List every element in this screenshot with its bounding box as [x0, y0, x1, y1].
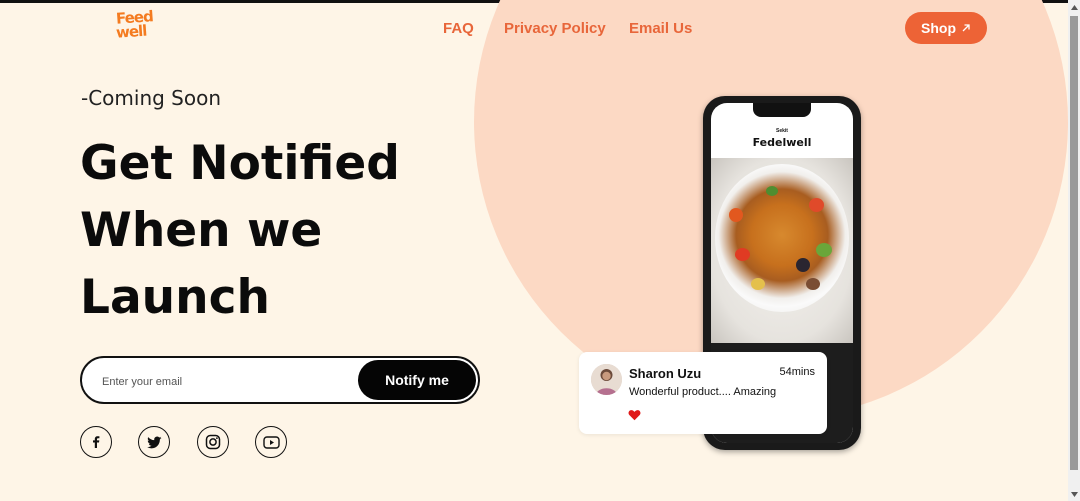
logo-line-2: well	[115, 21, 147, 42]
shop-button-label: Shop	[921, 20, 956, 36]
nav-privacy-link[interactable]: Privacy Policy	[504, 20, 606, 37]
hero-headline: Get Notified When we Launch	[80, 136, 400, 325]
brand-logo[interactable]: Feed well	[115, 7, 166, 44]
scroll-down-arrow-icon[interactable]	[1068, 487, 1080, 501]
food-image	[711, 158, 853, 343]
coming-soon-label: -Coming Soon	[81, 86, 222, 110]
facebook-icon[interactable]	[80, 426, 112, 458]
notify-me-button[interactable]: Notify me	[358, 360, 476, 400]
app-subtitle: Sekit	[776, 128, 788, 134]
scrollbar-thumb[interactable]	[1070, 16, 1078, 470]
email-signup-form: Notify me	[80, 356, 480, 404]
review-card: Sharon Uzu 54mins Wonderful product.... …	[579, 352, 827, 434]
shop-button[interactable]: Shop	[905, 12, 987, 44]
app-title: Fedelwell	[752, 136, 812, 149]
nav-email-link[interactable]: Email Us	[629, 20, 692, 37]
vertical-scrollbar[interactable]	[1068, 0, 1080, 501]
avatar	[591, 364, 622, 395]
review-timestamp: 54mins	[779, 366, 815, 378]
review-message: Wonderful product.... Amazing	[629, 386, 777, 398]
youtube-icon[interactable]	[255, 426, 287, 458]
nav-faq-link[interactable]: FAQ	[443, 20, 474, 37]
twitter-icon[interactable]	[138, 426, 170, 458]
scroll-up-arrow-icon[interactable]	[1068, 0, 1080, 14]
heart-icon[interactable]	[628, 406, 641, 425]
noodle-bowl-image	[715, 164, 849, 312]
arrow-up-right-icon	[961, 20, 971, 36]
instagram-icon[interactable]	[197, 426, 229, 458]
phone-notch	[753, 103, 811, 117]
email-input[interactable]	[100, 368, 344, 396]
reviewer-name: Sharon Uzu	[629, 366, 702, 381]
